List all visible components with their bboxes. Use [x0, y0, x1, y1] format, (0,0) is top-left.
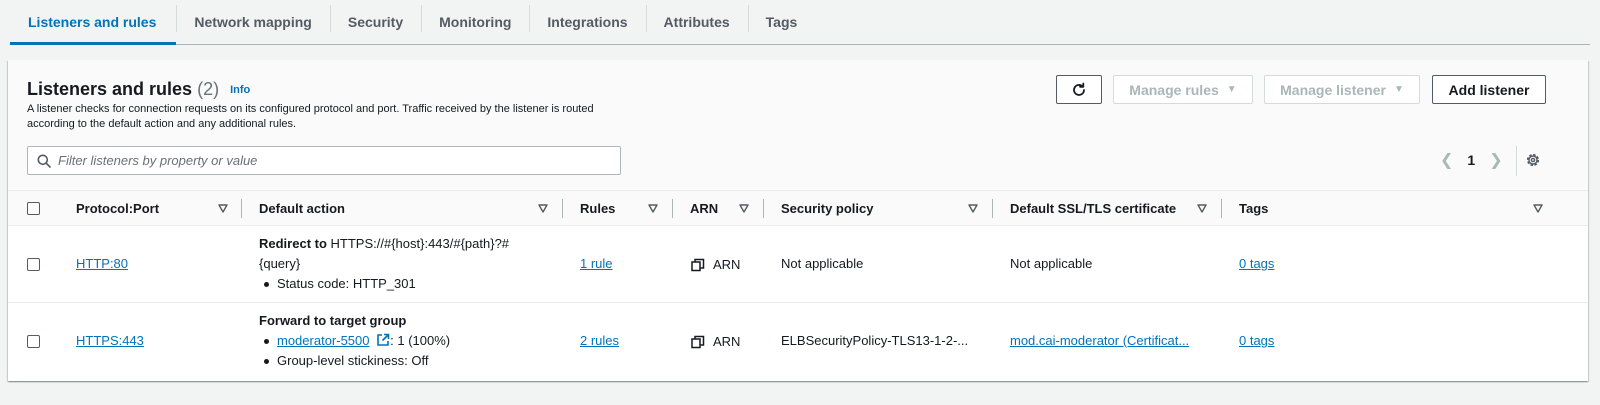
- add-listener-button[interactable]: Add listener: [1432, 75, 1546, 104]
- sort-icon[interactable]: [538, 204, 548, 213]
- table-row: HTTP:80 Redirect to HTTPS://#{host}:443/…: [8, 226, 1588, 303]
- column-divider[interactable]: [763, 199, 764, 218]
- tab-listeners-and-rules[interactable]: Listeners and rules: [10, 0, 177, 45]
- listeners-panel: Listeners and rules (2) Info A listener …: [8, 60, 1588, 381]
- target-group-link[interactable]: moderator-5500: [277, 333, 370, 348]
- target-weight: : 1 (100%): [390, 333, 451, 348]
- pagination: ❮ 1 ❯: [1440, 150, 1503, 170]
- tab-network-mapping[interactable]: Network mapping: [176, 0, 329, 44]
- search-box: [27, 146, 621, 175]
- tags-link[interactable]: 0 tags: [1239, 331, 1274, 351]
- security-policy-value: Not applicable: [781, 256, 864, 271]
- listener-link-https-443[interactable]: HTTPS:443: [76, 331, 144, 351]
- column-label: Tags: [1239, 201, 1269, 216]
- sort-icon[interactable]: [739, 204, 749, 213]
- table-header: Protocol:Port Default action Rules ARN S…: [8, 191, 1588, 226]
- manage-listener-label: Manage listener: [1280, 81, 1386, 98]
- sort-icon[interactable]: [1533, 204, 1543, 213]
- arn-copy[interactable]: ARN: [691, 332, 740, 352]
- column-protocol-port[interactable]: Protocol:Port: [76, 191, 159, 226]
- pager-divider: [1516, 146, 1517, 176]
- copy-icon: [691, 335, 705, 349]
- action-title: Redirect to: [259, 236, 327, 251]
- column-divider[interactable]: [1221, 199, 1222, 218]
- action-details: moderator-5500 : 1 (100%) Group-level st…: [259, 331, 559, 371]
- manage-rules-button[interactable]: Manage rules ▼: [1113, 75, 1253, 104]
- column-divider[interactable]: [992, 199, 993, 218]
- redirect-target-cont: {query}: [259, 256, 301, 271]
- arn-copy[interactable]: ARN: [691, 255, 740, 275]
- tab-monitoring[interactable]: Monitoring: [421, 0, 529, 44]
- panel-header: Listeners and rules (2) Info A listener …: [8, 60, 1588, 191]
- target-group-item: moderator-5500 : 1 (100%): [259, 331, 559, 351]
- refresh-button[interactable]: [1056, 75, 1102, 104]
- default-action-cell: Redirect to HTTPS://#{host}:443/#{path}?…: [259, 234, 549, 294]
- row-checkbox[interactable]: [27, 258, 40, 271]
- previous-page-icon[interactable]: ❮: [1440, 150, 1453, 170]
- column-security-policy[interactable]: Security policy: [781, 191, 873, 226]
- arn-label: ARN: [713, 334, 741, 349]
- gear-icon[interactable]: [1525, 152, 1541, 168]
- status-code: Status code: HTTP_301: [259, 274, 549, 294]
- column-divider[interactable]: [241, 199, 242, 218]
- action-details: Status code: HTTP_301: [259, 274, 549, 294]
- info-link[interactable]: Info: [230, 84, 250, 96]
- arn-label: ARN: [713, 257, 741, 272]
- panel-description: A listener checks for connection request…: [27, 103, 594, 130]
- column-divider[interactable]: [562, 199, 563, 218]
- column-label: ARN: [690, 201, 719, 216]
- sort-icon[interactable]: [968, 204, 978, 213]
- tab-attributes[interactable]: Attributes: [645, 0, 748, 44]
- tab-integrations[interactable]: Integrations: [529, 0, 645, 44]
- rules-link[interactable]: 2 rules: [580, 331, 619, 351]
- tab-tags[interactable]: Tags: [747, 0, 816, 44]
- row-checkbox[interactable]: [27, 335, 40, 348]
- current-page[interactable]: 1: [1467, 152, 1475, 168]
- tab-bar: Listeners and rules Network mapping Secu…: [10, 0, 1590, 45]
- copy-icon: [691, 258, 705, 272]
- table-row: HTTPS:443 Forward to target group modera…: [8, 303, 1588, 381]
- certificate-value: Not applicable: [1010, 256, 1093, 271]
- column-label: Protocol:Port: [76, 201, 160, 216]
- redirect-target: HTTPS://#{host}:443/#{path}?#: [326, 236, 510, 251]
- panel-title: Listeners and rules (2) Info: [27, 79, 250, 100]
- caret-down-icon: ▼: [1226, 84, 1237, 95]
- next-page-icon[interactable]: ❯: [1489, 150, 1502, 170]
- column-label: Rules: [580, 201, 616, 216]
- sort-icon[interactable]: [218, 204, 228, 213]
- action-line: Redirect to HTTPS://#{host}:443/#{path}?…: [259, 234, 549, 254]
- column-rules[interactable]: Rules: [580, 191, 615, 226]
- refresh-icon: [1073, 82, 1085, 96]
- listener-count: (2): [197, 79, 220, 99]
- column-tags[interactable]: Tags: [1239, 191, 1268, 226]
- column-label: Security policy: [781, 201, 874, 216]
- column-divider[interactable]: [672, 199, 673, 218]
- stickiness: Group-level stickiness: Off: [259, 351, 559, 371]
- sort-icon[interactable]: [1197, 204, 1207, 213]
- panel-title-text: Listeners and rules: [27, 79, 193, 99]
- security-policy-value: ELBSecurityPolicy-TLS13-1-2-...: [781, 333, 969, 348]
- manage-rules-label: Manage rules: [1129, 81, 1219, 98]
- rules-link[interactable]: 1 rule: [580, 254, 613, 274]
- external-link-icon[interactable]: [376, 333, 390, 347]
- column-label: Default action: [259, 201, 345, 216]
- column-default-action[interactable]: Default action: [259, 191, 345, 226]
- column-label: Default SSL/TLS certificate: [1010, 201, 1177, 216]
- action-title: Forward to target group: [259, 313, 407, 328]
- manage-listener-button[interactable]: Manage listener ▼: [1264, 75, 1420, 104]
- column-arn[interactable]: ARN: [690, 191, 718, 226]
- search-icon: [37, 154, 51, 168]
- certificate-link[interactable]: mod.cai-moderator (Certificat...: [1010, 331, 1189, 351]
- tags-link[interactable]: 0 tags: [1239, 254, 1274, 274]
- tab-security[interactable]: Security: [329, 0, 421, 44]
- listener-link-http-80[interactable]: HTTP:80: [76, 254, 128, 274]
- select-all-checkbox[interactable]: [27, 202, 40, 215]
- column-certificate[interactable]: Default SSL/TLS certificate: [1010, 191, 1176, 226]
- sort-icon[interactable]: [648, 204, 658, 213]
- default-action-cell: Forward to target group moderator-5500 :…: [259, 311, 559, 371]
- filter-input[interactable]: [58, 153, 620, 168]
- caret-down-icon: ▼: [1393, 84, 1404, 95]
